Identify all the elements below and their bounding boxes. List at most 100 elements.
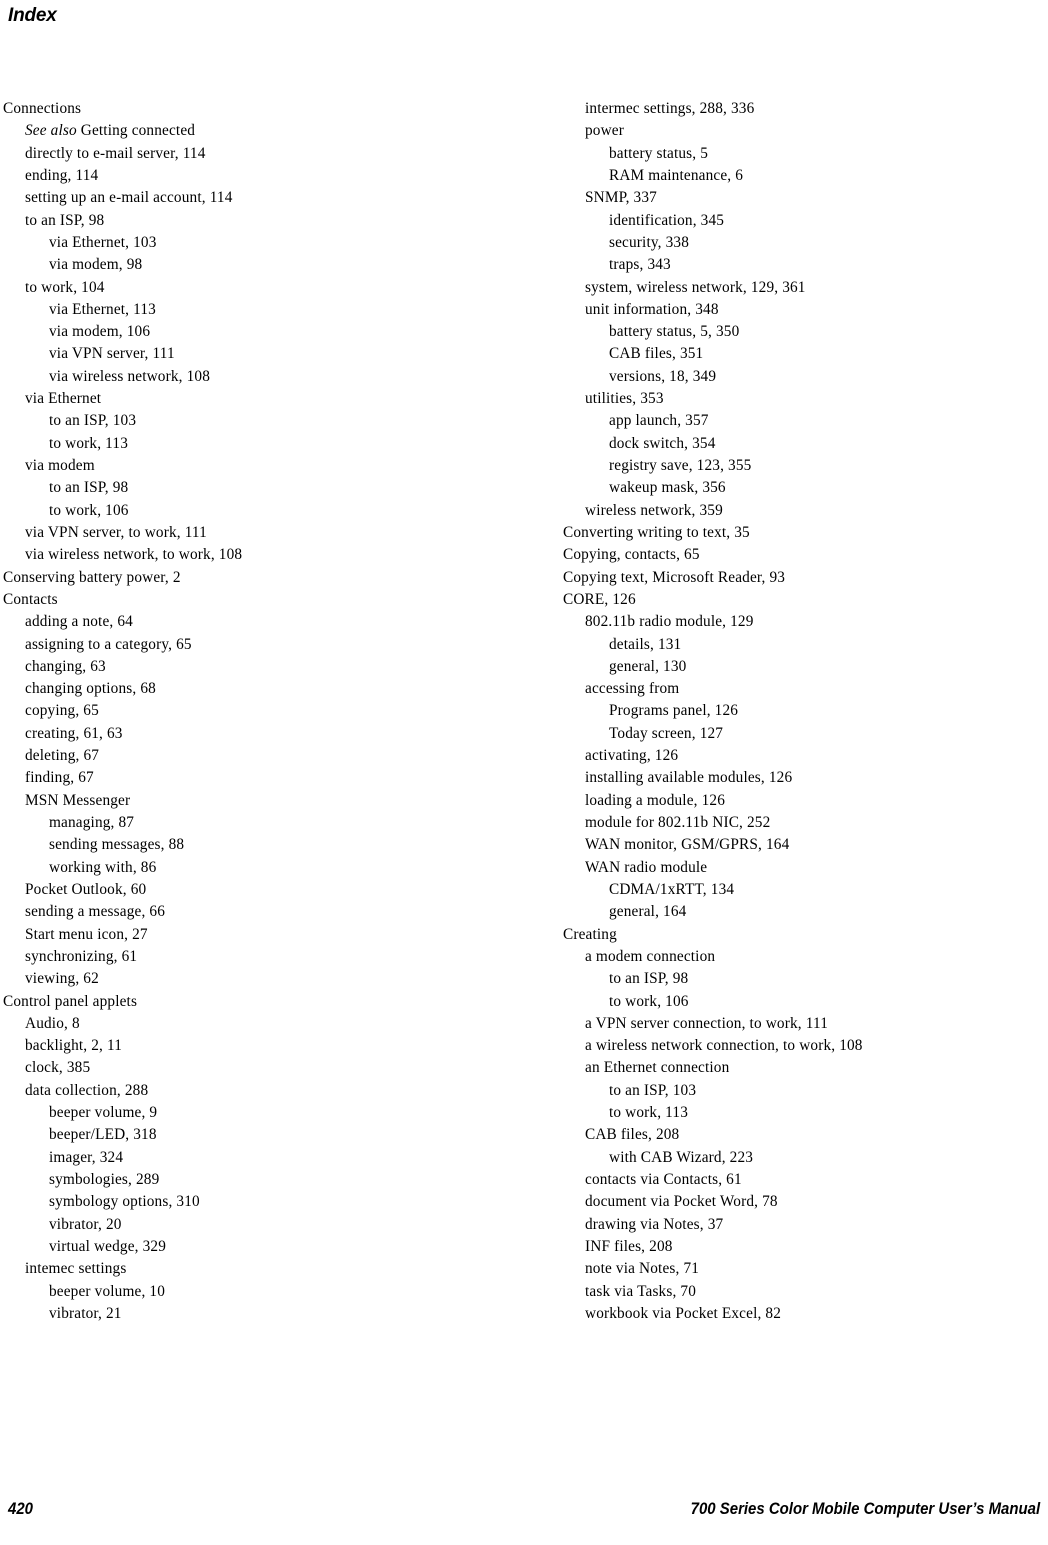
- index-entry: vibrator, 20: [49, 1215, 122, 1233]
- index-entry: via Ethernet: [25, 390, 102, 408]
- index-entry: task via Tasks, 70: [585, 1282, 697, 1300]
- index-entry: loading a module, 126: [585, 791, 726, 809]
- index-entry: CAB files, 208: [585, 1126, 680, 1144]
- index-entry: to work, 113: [609, 1104, 689, 1122]
- index-entry: Control panel applets: [3, 992, 138, 1010]
- index-entry: registry save, 123, 355: [609, 457, 752, 474]
- index-entry: an Ethernet connection: [585, 1059, 730, 1077]
- index-column-left: Connections See also Getting connected dir…: [3, 98, 523, 1325]
- index-entry: with CAB Wizard, 223: [609, 1148, 754, 1166]
- index-entry: Audio, 8: [25, 1014, 80, 1032]
- index-entry: CAB files, 351: [609, 345, 704, 363]
- index-entry: copying, 65: [25, 702, 99, 720]
- index-entry: dock switch, 354: [609, 434, 716, 452]
- index-entry: directly to e-mail server, 114: [25, 144, 206, 162]
- index-entry: drawing via Notes, 37: [585, 1215, 724, 1233]
- index-entry: general, 164: [609, 903, 687, 921]
- index-entry: clock, 385: [25, 1059, 91, 1077]
- index-entry: Connections: [3, 100, 82, 117]
- index-entry: note via Notes, 71: [585, 1260, 700, 1278]
- index-entry: assigning to a category, 65: [25, 635, 192, 653]
- index-entry: managing, 87: [49, 814, 135, 831]
- index-entry: via Ethernet, 103: [49, 233, 157, 251]
- index-entry: to an ISP, 98: [609, 970, 689, 988]
- index-entry: contacts via Contacts, 61: [585, 1171, 742, 1188]
- index-entry: sending messages, 88: [49, 836, 185, 854]
- index-entry: SNMP, 337: [585, 189, 657, 207]
- index-entry: imager, 324: [49, 1148, 124, 1166]
- index-entry: Conserving battery power, 2: [3, 568, 181, 586]
- index-body: Connections See also Getting connected dir…: [0, 98, 1048, 1368]
- index-entry: See also Getting connected: [25, 122, 196, 140]
- index-entry: Copying, contacts, 65: [563, 546, 700, 564]
- index-entry: unit information, 348: [585, 300, 719, 318]
- index-entry: setting up an e-mail account, 114: [25, 189, 233, 207]
- index-entry: to an ISP, 103: [609, 1081, 697, 1099]
- index-entry: backlight, 2, 11: [25, 1037, 123, 1055]
- index-entry: via wireless network, 108: [49, 367, 211, 385]
- index-entry: document via Pocket Word, 78: [585, 1193, 778, 1211]
- index-entry: to work, 106: [49, 501, 129, 519]
- index-entry: wakeup mask, 356: [609, 479, 726, 497]
- index-entry: INF files, 208: [585, 1237, 673, 1255]
- index-entry: finding, 67: [25, 769, 94, 787]
- page-footer: 420 700 Series Color Mobile Computer Use…: [8, 1495, 1040, 1519]
- index-entry: system, wireless network, 129, 361: [585, 278, 806, 296]
- index-entry: via modem, 106: [49, 323, 151, 341]
- index-entry: WAN monitor, GSM/GPRS, 164: [585, 836, 790, 854]
- see-also-label: See also: [25, 122, 77, 140]
- index-entry: ending, 114: [25, 166, 99, 184]
- index-entry: deleting, 67: [25, 747, 100, 765]
- index-entry: a wireless network connection, to work, …: [585, 1037, 863, 1055]
- index-entry: power: [585, 122, 624, 140]
- index-entry: identification, 345: [609, 211, 725, 229]
- index-entry: Pocket Outlook, 60: [25, 880, 147, 898]
- index-entry: via VPN server, 111: [49, 345, 175, 363]
- index-entry: Start menu icon, 27: [25, 925, 148, 943]
- index-entry: a modem connection: [585, 947, 716, 965]
- index-entry: changing options, 68: [25, 680, 156, 698]
- index-entry: WAN radio module: [585, 858, 708, 876]
- index-entry: creating, 61, 63: [25, 724, 123, 742]
- index-entry: MSN Messenger: [25, 791, 131, 809]
- index-entry: symbology options, 310: [49, 1193, 200, 1211]
- index-entry: symbologies, 289: [49, 1171, 160, 1188]
- index-entry: via modem, 98: [49, 256, 143, 274]
- index-entry: general, 130: [609, 657, 687, 675]
- index-entry: via modem: [25, 457, 95, 474]
- page-header: Index: [8, 4, 1038, 34]
- index-entry: traps, 343: [609, 256, 671, 274]
- index-entry: vibrator, 21: [49, 1304, 122, 1322]
- index-entry: to an ISP, 103: [49, 412, 137, 430]
- index-entry: battery status, 5: [609, 144, 709, 162]
- index-entry: installing available modules, 126: [585, 769, 793, 787]
- index-entry: viewing, 62: [25, 970, 99, 988]
- index-entry: accessing from: [585, 680, 680, 698]
- index-entry: wireless network, 359: [585, 501, 723, 519]
- index-entry: via Ethernet, 113: [49, 300, 156, 318]
- index-entry: intemec settings: [25, 1260, 127, 1278]
- index-entry: app launch, 357: [609, 412, 709, 430]
- index-column-right: intermec settings, 288, 336 power battery …: [563, 98, 1043, 1325]
- index-entry: battery status, 5, 350: [609, 323, 740, 341]
- index-entry: to an ISP, 98: [49, 479, 129, 497]
- index-entry: to work, 104: [25, 278, 105, 296]
- index-entry: adding a note, 64: [25, 613, 133, 631]
- index-entry: versions, 18, 349: [609, 367, 717, 385]
- index-entry: to an ISP, 98: [25, 211, 105, 229]
- index-entry: intermec settings, 288, 336: [585, 100, 755, 117]
- page-title: Index: [8, 5, 57, 26]
- index-entry: beeper volume, 10: [49, 1282, 166, 1300]
- index-entry: 802.11b radio module, 129: [585, 613, 754, 631]
- index-entry: data collection, 288: [25, 1081, 149, 1099]
- index-entry: changing, 63: [25, 657, 106, 675]
- index-entry: Creating: [563, 925, 617, 943]
- index-entry: utilities, 353: [585, 390, 664, 408]
- index-entry: a VPN server connection, to work, 111: [585, 1014, 828, 1032]
- footer-page-number: 420: [8, 1499, 33, 1518]
- index-entry: details, 131: [609, 635, 682, 653]
- index-entry: beeper/LED, 318: [49, 1126, 157, 1144]
- index-entry: to work, 106: [609, 992, 689, 1010]
- index-entry: Today screen, 127: [609, 724, 724, 742]
- index-entry: synchronizing, 61: [25, 947, 138, 965]
